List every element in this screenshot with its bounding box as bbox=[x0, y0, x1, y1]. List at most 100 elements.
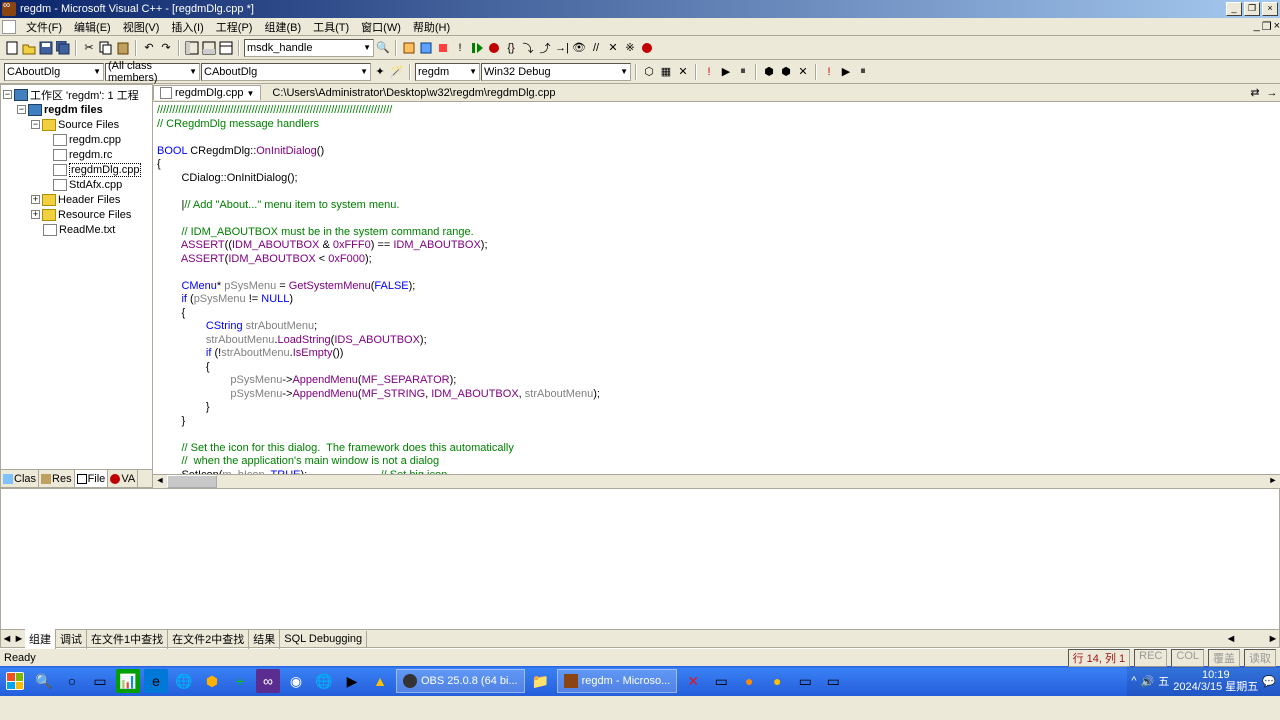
find-button[interactable]: 🔍 bbox=[375, 40, 391, 56]
runto-button[interactable]: →| bbox=[554, 40, 570, 56]
taskbar-app-12[interactable]: ● bbox=[765, 669, 789, 693]
class-combo[interactable]: CAboutDlg▼ bbox=[4, 63, 104, 81]
taskbar-edge[interactable]: e bbox=[144, 669, 168, 693]
taskbar-app-6[interactable]: ▶ bbox=[340, 669, 364, 693]
file-tree[interactable]: −工作区 'regdm': 1 工程 −regdm files −Source … bbox=[1, 85, 152, 469]
taskbar-app-3[interactable]: ⬢ bbox=[200, 669, 224, 693]
taskbar-taskview[interactable]: ▭ bbox=[88, 669, 112, 693]
taskbar-app-11[interactable]: ● bbox=[737, 669, 761, 693]
tb-btn-c[interactable]: ✕ bbox=[795, 64, 811, 80]
goto-def-button[interactable]: → bbox=[1264, 85, 1280, 101]
menu-help[interactable]: 帮助(H) bbox=[407, 17, 456, 37]
mdi-close-button[interactable]: × bbox=[1274, 20, 1280, 33]
menu-view[interactable]: 视图(V) bbox=[117, 17, 166, 37]
stepover-button[interactable]: ⤵ bbox=[520, 40, 536, 56]
tb-break-button[interactable]: ⏸ bbox=[735, 64, 751, 80]
taskbar-steam[interactable]: ◉ bbox=[284, 669, 308, 693]
tree-project[interactable]: −regdm files bbox=[3, 102, 150, 117]
quickwatch-button[interactable]: 👁 bbox=[571, 40, 587, 56]
save-button[interactable] bbox=[38, 40, 54, 56]
saveall-button[interactable] bbox=[55, 40, 71, 56]
output-tab-results[interactable]: 结果 bbox=[249, 629, 280, 649]
expand-icon[interactable]: − bbox=[17, 105, 26, 114]
menu-window[interactable]: 窗口(W) bbox=[355, 17, 407, 37]
taskbar-app-7[interactable]: ▲ bbox=[368, 669, 392, 693]
tb-build-button[interactable]: ▦ bbox=[658, 64, 674, 80]
mdi-restore-button[interactable]: ❐ bbox=[1262, 20, 1272, 33]
paste-button[interactable] bbox=[115, 40, 131, 56]
tab-fileview[interactable]: File bbox=[75, 470, 109, 487]
registers-button[interactable]: ※ bbox=[622, 40, 638, 56]
compile-button[interactable] bbox=[401, 40, 417, 56]
tab-resourceview[interactable]: Res bbox=[39, 470, 75, 487]
tab-prev-button[interactable]: ◄ bbox=[1, 633, 13, 645]
scroll-thumb[interactable] bbox=[167, 475, 217, 488]
tb-btn-f[interactable]: ⏸ bbox=[855, 64, 871, 80]
open-button[interactable] bbox=[21, 40, 37, 56]
memory-button[interactable] bbox=[639, 40, 655, 56]
tree-file[interactable]: StdAfx.cpp bbox=[3, 177, 150, 192]
watch-button[interactable]: // bbox=[588, 40, 604, 56]
minimize-button[interactable]: _ bbox=[1226, 2, 1242, 16]
taskbar-app-4[interactable]: + bbox=[228, 669, 252, 693]
copy-button[interactable] bbox=[98, 40, 114, 56]
taskbar-search[interactable]: 🔍 bbox=[32, 669, 56, 693]
windowlist-button[interactable] bbox=[218, 40, 234, 56]
expand-icon[interactable]: − bbox=[31, 120, 40, 129]
stepinto-button[interactable]: {} bbox=[503, 40, 519, 56]
tree-folder-source[interactable]: −Source Files bbox=[3, 117, 150, 132]
expand-icon[interactable]: + bbox=[31, 210, 40, 219]
tray-expand-button[interactable]: ^ bbox=[1131, 675, 1136, 687]
taskbar-task-vc[interactable]: regdm - Microso... bbox=[557, 669, 678, 693]
tb-stop-button[interactable]: ✕ bbox=[675, 64, 691, 80]
symbol-combo[interactable]: CAboutDlg▼ bbox=[201, 63, 371, 81]
tab-classview[interactable]: Clas bbox=[1, 470, 39, 487]
editor-tab[interactable]: regdmDlg.cpp▼ bbox=[153, 85, 261, 100]
execute-button[interactable]: ! bbox=[452, 40, 468, 56]
scroll-right-button[interactable]: ► bbox=[1267, 633, 1279, 645]
menu-tools[interactable]: 工具(T) bbox=[307, 17, 355, 37]
go-button[interactable] bbox=[469, 40, 485, 56]
taskbar-app-2[interactable]: 🌐 bbox=[172, 669, 196, 693]
expand-icon[interactable]: − bbox=[3, 90, 12, 99]
tab-next-button[interactable]: ► bbox=[13, 633, 25, 645]
close-button[interactable]: × bbox=[1262, 2, 1278, 16]
redo-button[interactable]: ↷ bbox=[158, 40, 174, 56]
new-button[interactable] bbox=[4, 40, 20, 56]
variables-button[interactable]: ✕ bbox=[605, 40, 621, 56]
tree-file-selected[interactable]: regdmDlg.cpp bbox=[3, 162, 150, 177]
tab-va[interactable]: VA bbox=[108, 470, 138, 487]
dropdown-icon[interactable]: ▼ bbox=[246, 89, 254, 98]
breakpoint-button[interactable] bbox=[486, 40, 502, 56]
output-tab-build[interactable]: 组建 bbox=[25, 629, 56, 649]
scroll-left-button[interactable]: ◄ bbox=[153, 475, 167, 488]
menu-edit[interactable]: 编辑(E) bbox=[68, 17, 117, 37]
tree-file[interactable]: regdm.cpp bbox=[3, 132, 150, 147]
tb-btn-e[interactable]: ▶ bbox=[838, 64, 854, 80]
goto-button[interactable]: ✦ bbox=[372, 64, 388, 80]
config-combo[interactable]: Win32 Debug▼ bbox=[481, 63, 631, 81]
taskbar-task-obs[interactable]: OBS 25.0.8 (64 bi... bbox=[396, 669, 525, 693]
start-button[interactable] bbox=[0, 666, 30, 696]
tray-notifications-button[interactable]: 💬 bbox=[1262, 675, 1276, 688]
toggle-header-button[interactable]: ⇄ bbox=[1247, 85, 1263, 101]
scroll-left-button[interactable]: ◄ bbox=[1225, 633, 1237, 645]
scroll-right-button[interactable]: ► bbox=[1266, 475, 1280, 488]
members-combo[interactable]: (All class members)▼ bbox=[105, 63, 200, 81]
taskbar-cortana[interactable]: ○ bbox=[60, 669, 84, 693]
cut-button[interactable]: ✂ bbox=[81, 40, 97, 56]
tray-clock[interactable]: 10:19 2024/3/15 星期五 bbox=[1173, 669, 1258, 693]
menu-file[interactable]: 文件(F) bbox=[20, 17, 68, 37]
stepout-button[interactable]: ⤴ bbox=[537, 40, 553, 56]
taskbar-app-8[interactable]: 📁 bbox=[529, 669, 553, 693]
tb-compile-button[interactable]: ⬡ bbox=[641, 64, 657, 80]
taskbar-app-13[interactable]: ▭ bbox=[793, 669, 817, 693]
tree-file[interactable]: ReadMe.txt bbox=[3, 222, 150, 237]
menu-insert[interactable]: 插入(I) bbox=[165, 17, 209, 37]
taskbar-app-5[interactable]: 🌐 bbox=[312, 669, 336, 693]
expand-icon[interactable]: + bbox=[31, 195, 40, 204]
editor-hscroll[interactable]: ◄ ► bbox=[153, 474, 1280, 488]
tree-folder-header[interactable]: +Header Files bbox=[3, 192, 150, 207]
undo-button[interactable]: ↶ bbox=[141, 40, 157, 56]
wizard-button[interactable]: 🪄 bbox=[389, 64, 405, 80]
